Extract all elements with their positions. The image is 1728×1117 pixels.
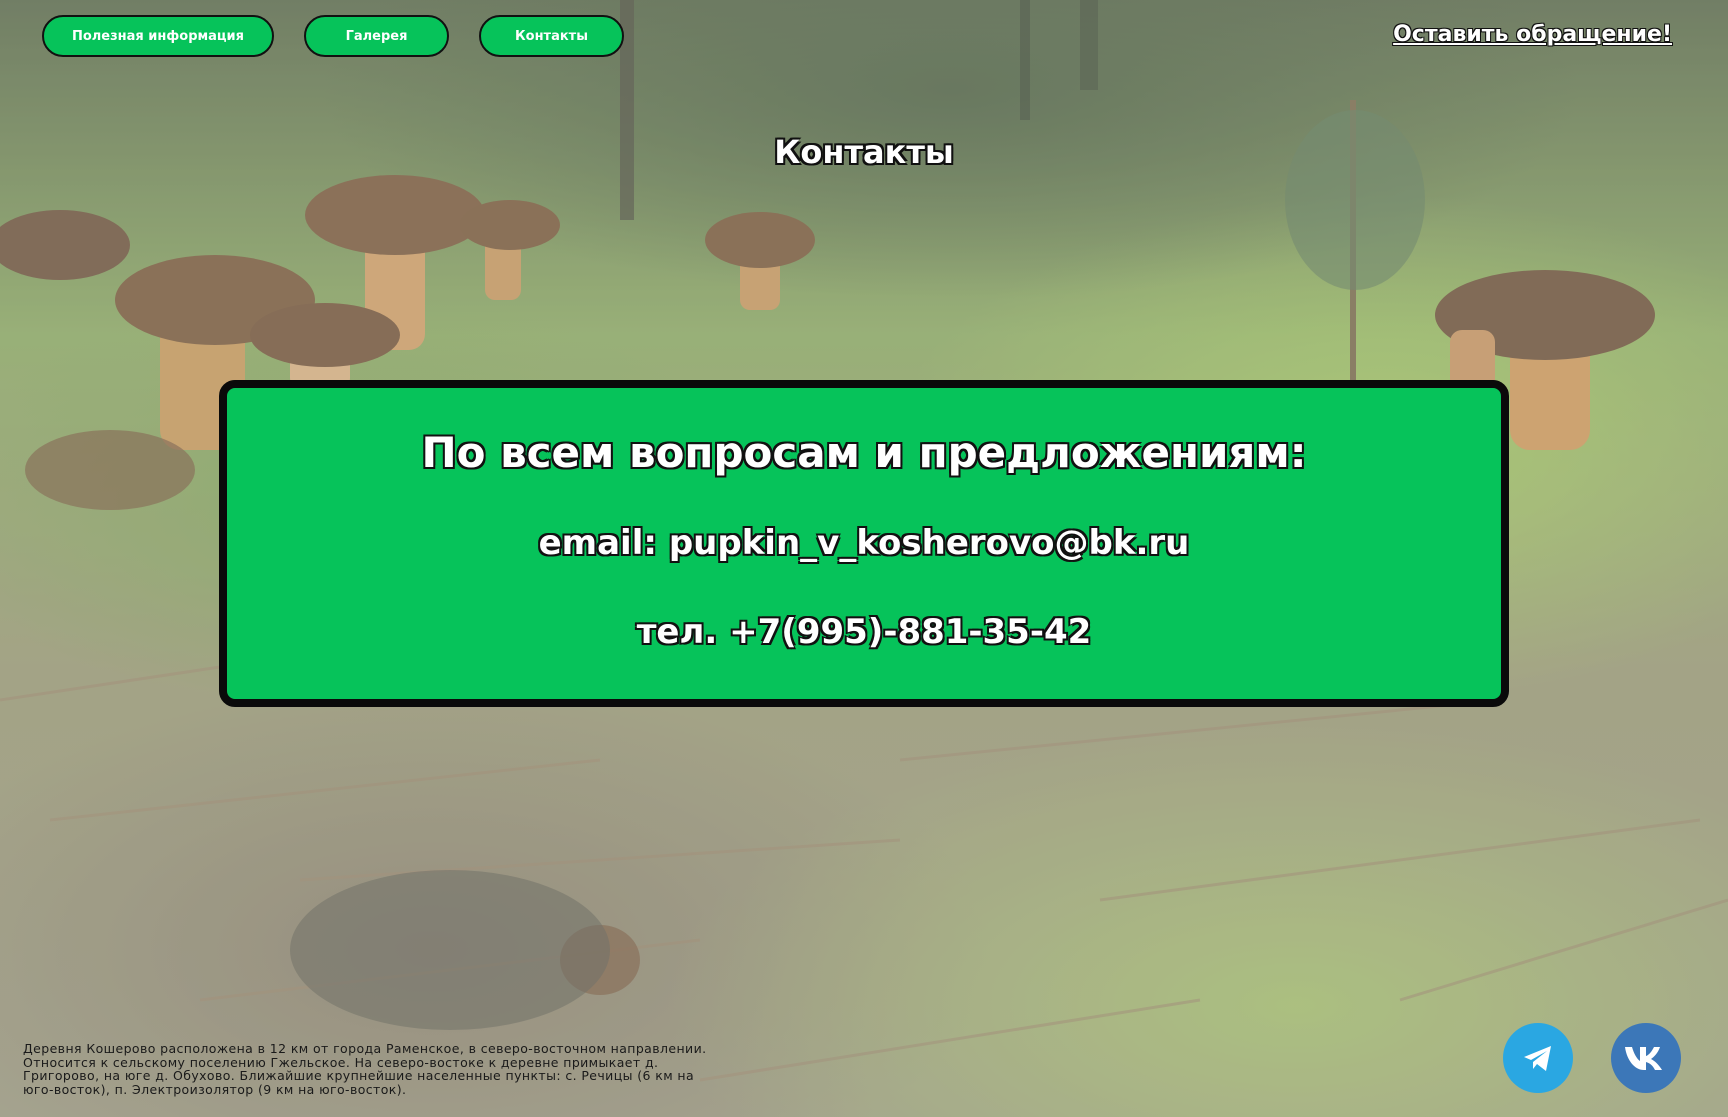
- contacts-card: По всем вопросам и предложениям: email: …: [219, 380, 1509, 707]
- telegram-icon: [1524, 1046, 1551, 1071]
- nav-contacts-button[interactable]: Контакты: [479, 15, 624, 57]
- nav-useful-info-button[interactable]: Полезная информация: [42, 15, 274, 57]
- main-nav: Полезная информация Галерея Контакты: [42, 15, 624, 57]
- contact-email: email: pupkin_v_kosherovo@bk.ru: [227, 523, 1501, 563]
- telegram-link[interactable]: [1503, 1023, 1573, 1093]
- contact-phone[interactable]: тел. +7(995)-881-35-42: [227, 612, 1501, 652]
- nav-gallery-button[interactable]: Галерея: [304, 15, 449, 57]
- vk-link[interactable]: [1611, 1023, 1681, 1093]
- social-links: [1503, 1023, 1681, 1093]
- email-value[interactable]: pupkin_v_kosherovo@bk.ru: [669, 523, 1190, 563]
- page-title: Контакты: [774, 133, 954, 171]
- leave-request-link[interactable]: Оставить обращение!: [1393, 22, 1672, 47]
- email-label: email:: [538, 523, 657, 563]
- village-description: Деревня Кошерово расположена в 12 км от …: [23, 1041, 707, 1097]
- vk-icon: [1625, 1047, 1662, 1070]
- contacts-heading: По всем вопросам и предложениям:: [421, 428, 1307, 477]
